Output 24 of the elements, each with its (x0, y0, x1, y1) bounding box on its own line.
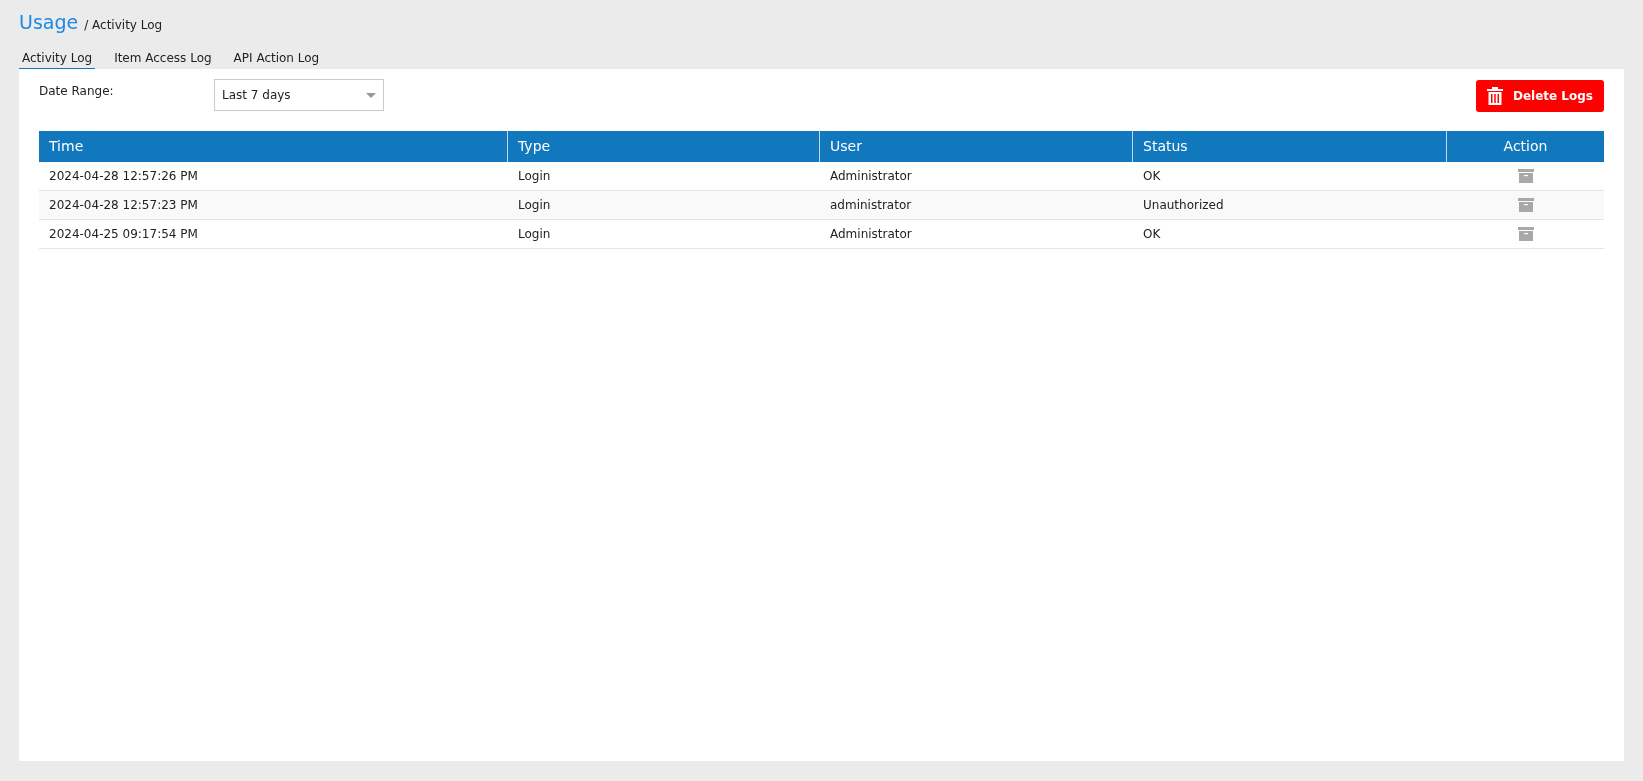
archive-icon[interactable] (1517, 227, 1534, 241)
trash-icon (1486, 87, 1503, 105)
caret-icon (366, 92, 376, 98)
table-cell-text: 2024-04-25 09:17:54 PM (48, 226, 199, 243)
column-header: Action (1502, 137, 1549, 156)
archive-icon[interactable] (1517, 169, 1534, 183)
table-cell-text: Unauthorized (1142, 197, 1225, 214)
table-cell-text: administrator (829, 197, 913, 214)
table-cell-text: Administrator (829, 226, 913, 243)
table-cell-text: 2024-04-28 12:57:23 PM (48, 197, 199, 214)
table-cell-text: Login (517, 226, 552, 243)
table-cell-text: OK (1142, 226, 1162, 243)
date-range-select[interactable]: Last 7 days (214, 79, 384, 111)
table-cell-text: Login (517, 168, 552, 185)
table-cell-text: Login (517, 197, 552, 214)
tab[interactable]: API Action Log (230, 49, 323, 70)
date-range-label: Date Range: (39, 83, 115, 100)
tab[interactable]: Item Access Log (111, 49, 215, 70)
table-cell-text: 2024-04-28 12:57:26 PM (48, 168, 199, 185)
delete-logs-button[interactable]: Delete Logs (1475, 80, 1604, 112)
breadcrumb-current: / Activity Log (84, 17, 163, 34)
table-cell-text: OK (1142, 168, 1162, 185)
archive-icon[interactable] (1517, 198, 1534, 212)
table-cell-text: Administrator (829, 168, 913, 185)
